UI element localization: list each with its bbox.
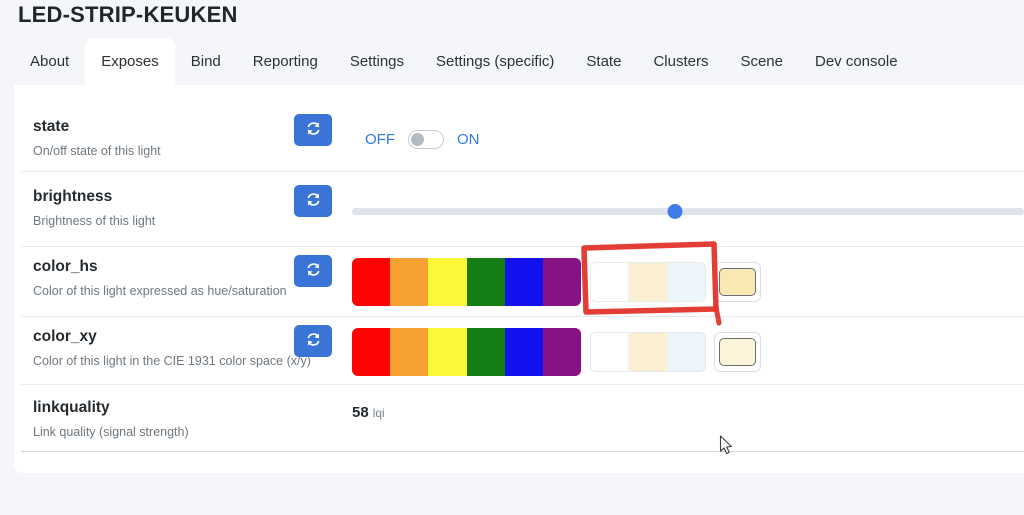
- color-preset-orange[interactable]: [390, 258, 429, 306]
- linkquality-value: 58 lqi: [352, 404, 385, 421]
- white-preset-white[interactable]: [591, 333, 629, 371]
- color-hs-white-preset-strip: [590, 262, 706, 302]
- toggle-off-label: OFF: [365, 131, 395, 148]
- color-preset-yellow[interactable]: [428, 258, 467, 306]
- color-preset-blue[interactable]: [504, 258, 543, 306]
- tab-exposes[interactable]: Exposes: [85, 38, 175, 85]
- brightness-slider[interactable]: [352, 204, 1024, 219]
- page-title: LED-STRIP-KEUKEN: [18, 2, 238, 27]
- expose-row-linkquality: linkquality Link quality (signal strengt…: [21, 385, 1024, 452]
- tab-about[interactable]: About: [14, 38, 85, 85]
- expose-label-block: color_xy Color of this light in the CIE …: [33, 328, 311, 369]
- expose-row-state: state On/off state of this light OFF ON: [21, 85, 1024, 172]
- brightness-slider-thumb[interactable]: [667, 204, 683, 219]
- color-preset-red[interactable]: [352, 328, 391, 376]
- tab-scene[interactable]: Scene: [724, 38, 799, 85]
- tab-dev-console[interactable]: Dev console: [799, 38, 914, 85]
- refresh-state-button[interactable]: [294, 114, 332, 146]
- expose-label-block: brightness Brightness of this light: [33, 188, 155, 229]
- sync-icon: [305, 120, 322, 140]
- color-preset-purple[interactable]: [542, 258, 581, 306]
- tab-state[interactable]: State: [570, 38, 637, 85]
- color-xy-current-swatch: [719, 338, 756, 366]
- color-hs-picker-button[interactable]: [714, 262, 761, 302]
- expose-description: Link quality (signal strength): [33, 425, 189, 439]
- white-preset-cool[interactable]: [666, 263, 705, 301]
- tab-settings[interactable]: Settings: [334, 38, 420, 85]
- color-xy-preset-strip: [352, 328, 581, 376]
- color-preset-orange[interactable]: [390, 328, 429, 376]
- color-xy-picker-button[interactable]: [714, 332, 761, 372]
- expose-description: Brightness of this light: [33, 214, 156, 228]
- color-preset-blue[interactable]: [504, 328, 543, 376]
- refresh-color-xy-button[interactable]: [294, 325, 332, 357]
- expose-description: On/off state of this light: [33, 144, 161, 158]
- expose-name: color_xy: [33, 328, 97, 345]
- sync-icon: [305, 191, 322, 211]
- white-preset-warm[interactable]: [628, 263, 667, 301]
- color-hs-current-swatch: [719, 268, 756, 296]
- expose-label-block: state On/off state of this light: [33, 118, 161, 159]
- sync-icon: [305, 331, 322, 351]
- tab-reporting[interactable]: Reporting: [237, 38, 334, 85]
- white-preset-cool[interactable]: [666, 333, 705, 371]
- white-preset-white[interactable]: [591, 263, 629, 301]
- tab-bind[interactable]: Bind: [175, 38, 237, 85]
- color-preset-purple[interactable]: [542, 328, 581, 376]
- white-preset-warm[interactable]: [628, 333, 667, 371]
- expose-label-block: color_hs Color of this light expressed a…: [33, 258, 287, 299]
- expose-name: brightness: [33, 188, 113, 205]
- sync-icon: [305, 261, 322, 281]
- expose-name: linkquality: [33, 399, 110, 416]
- linkquality-unit: lqi: [372, 406, 385, 420]
- color-xy-white-preset-strip: [590, 332, 706, 372]
- device-tabs: About Exposes Bind Reporting Settings Se…: [14, 38, 914, 85]
- expose-label-block: linkquality Link quality (signal strengt…: [33, 399, 189, 440]
- refresh-color-hs-button[interactable]: [294, 255, 332, 287]
- color-preset-green[interactable]: [466, 328, 505, 376]
- linkquality-number: 58: [352, 404, 369, 421]
- tab-settings-specific[interactable]: Settings (specific): [420, 38, 570, 85]
- color-preset-red[interactable]: [352, 258, 391, 306]
- expose-row-color-xy: color_xy Color of this light in the CIE …: [21, 317, 1024, 385]
- expose-name: state: [33, 118, 70, 135]
- refresh-brightness-button[interactable]: [294, 185, 332, 217]
- expose-name: color_hs: [33, 258, 98, 275]
- color-preset-green[interactable]: [466, 258, 505, 306]
- toggle-knob: [411, 133, 424, 146]
- tab-clusters[interactable]: Clusters: [637, 38, 724, 85]
- color-preset-yellow[interactable]: [428, 328, 467, 376]
- expose-row-color-hs: color_hs Color of this light expressed a…: [21, 247, 1024, 317]
- expose-description: Color of this light in the CIE 1931 colo…: [33, 354, 311, 368]
- exposes-panel: state On/off state of this light OFF ON …: [14, 85, 1024, 473]
- toggle-on-label: ON: [457, 131, 480, 148]
- device-page: LED-STRIP-KEUKEN About Exposes Bind Repo…: [0, 0, 1024, 515]
- expose-description: Color of this light expressed as hue/sat…: [33, 284, 287, 298]
- state-toggle-switch[interactable]: [408, 130, 444, 149]
- state-toggle-group: OFF ON: [365, 130, 480, 149]
- expose-row-brightness: brightness Brightness of this light: [21, 172, 1024, 247]
- color-hs-preset-strip: [352, 258, 581, 306]
